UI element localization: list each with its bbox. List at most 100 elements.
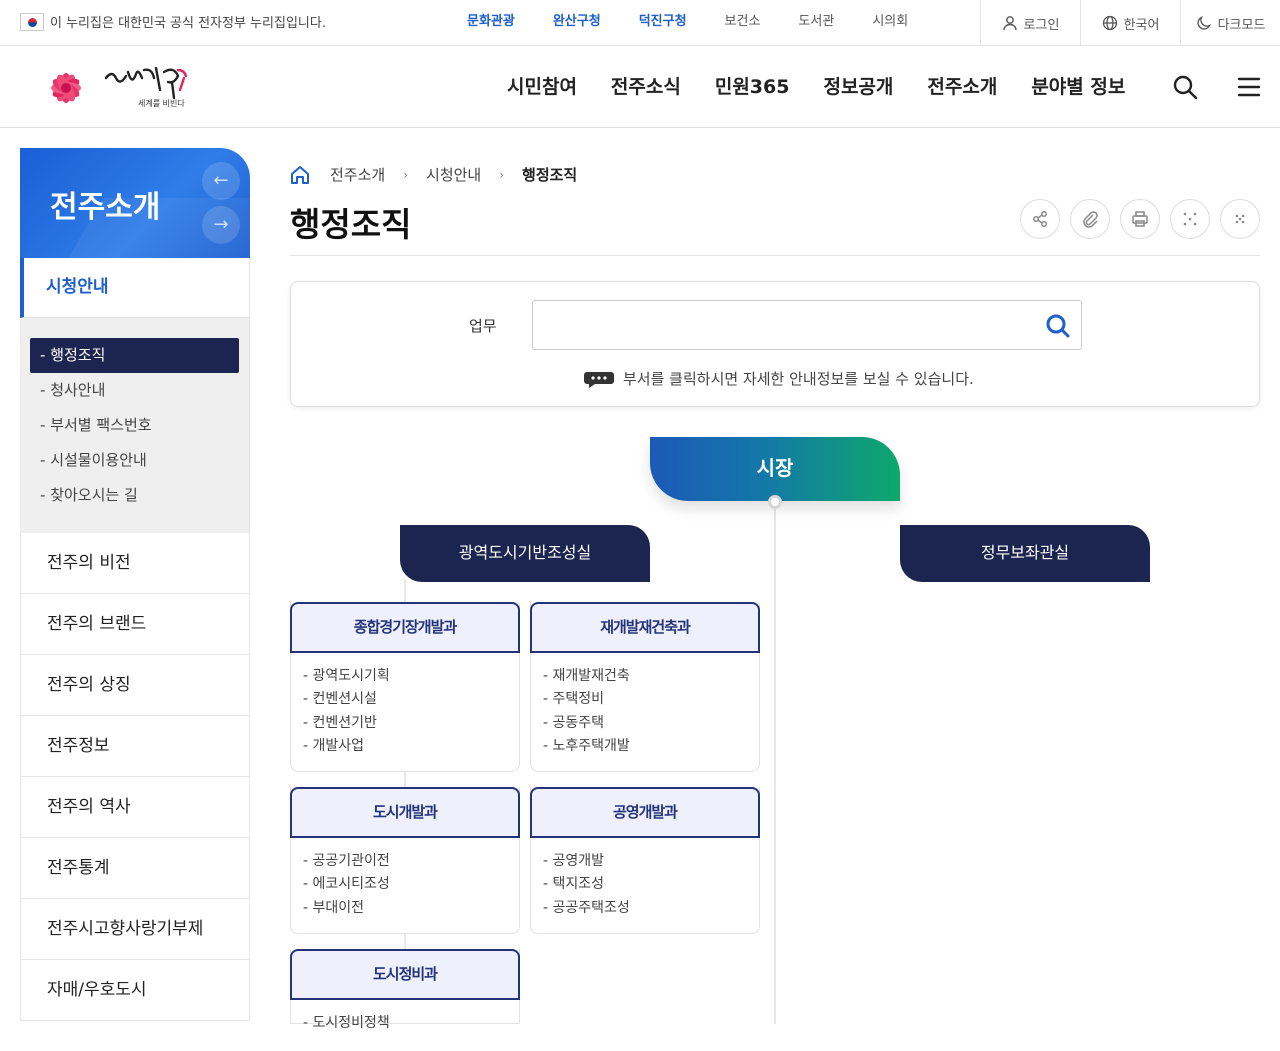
gnb-info-disclosure[interactable]: 정보공개 [806, 46, 910, 128]
search-icon[interactable] [1172, 74, 1198, 100]
search-hint: 부서를 클릭하시면 자세한 안내정보를 보실 수 있습니다. [583, 368, 974, 389]
breadcrumb: 전주소개 › 시청안내 › 행정조직 [290, 164, 577, 185]
sidebar-section-city-hall-guide[interactable]: 시청안내 [20, 258, 250, 318]
title-divider [290, 255, 1260, 256]
expand-dots-icon [1183, 212, 1197, 226]
sidebar-submenu: - 행정조직 - 청사안내 - 부서별 팩스번호 - 시설물이용안내 - 찾아오… [20, 318, 250, 533]
site-link-culture-tour[interactable]: 문화관광 [448, 0, 534, 46]
sidebar-item-info[interactable]: 전주정보 [20, 716, 250, 777]
sidebar-item-vision[interactable]: 전주의 비전 [20, 533, 250, 594]
department-search-box: 업무 부서를 클릭하시면 자세한 안내정보를 보실 수 있습니다. [290, 281, 1260, 407]
util-tools: 로그인 한국어 다크모드 [980, 0, 1280, 46]
org-dept-stadium-dev[interactable]: 종합경기장개발과 [290, 602, 520, 653]
share-button[interactable] [1020, 199, 1060, 239]
submenu-label: 청사안내 [50, 381, 106, 399]
dept-task: - 에코시티조성 [303, 876, 390, 893]
org-connector-dot [768, 495, 782, 509]
org-office-political-aide[interactable]: 정무보좌관실 [900, 525, 1150, 582]
dept-task: - 공공기관이전 [303, 853, 390, 869]
site-link-deokjin-gu[interactable]: 덕진구청 [620, 0, 706, 46]
zoom-in-button[interactable] [1170, 199, 1210, 239]
org-dept-urban-maintenance[interactable]: 도시정비과 [290, 949, 520, 1000]
sidebar-header: 전주소개 ← → [20, 148, 250, 258]
print-button[interactable] [1120, 199, 1160, 239]
arrow-right-icon[interactable]: → [202, 206, 240, 244]
gnb-jeonju-news[interactable]: 전주소식 [594, 46, 698, 128]
login-label: 로그인 [1023, 17, 1060, 33]
dept-task-list: - 광역도시기획 - 컨벤션시설 - 컨벤션기반 - 개발사업 [291, 653, 519, 775]
page-actions [1020, 199, 1260, 239]
arrow-left-icon[interactable]: ← [202, 162, 240, 200]
gnb-civil-365[interactable]: 민원365 [698, 46, 807, 128]
sidebar-item-hometown-donation[interactable]: 전주시고향사랑기부제 [20, 899, 250, 960]
dept-task: - 광역도시기획 [303, 668, 390, 684]
dept-task: - 주택정비 [543, 691, 605, 708]
zoom-out-button[interactable] [1220, 199, 1260, 239]
org-mayor[interactable]: 시장 [650, 437, 900, 501]
dept-task: - 부대이전 [303, 899, 365, 916]
global-nav: 시민참여 전주소식 민원365 정보공개 전주소개 분야별 정보 [490, 46, 1142, 128]
home-icon[interactable] [290, 165, 310, 185]
site-link-library[interactable]: 도서관 [779, 0, 853, 46]
speech-bubble-icon [584, 371, 614, 388]
dept-task: - 공공주택조성 [543, 899, 630, 916]
submenu-item-admin-org[interactable]: - 행정조직 [30, 338, 239, 373]
share-icon [1033, 211, 1047, 227]
darkmode-label: 다크모드 [1217, 17, 1266, 33]
utility-bar: 이 누리집은 대한민국 공식 전자정부 누리집입니다. 문화관광 완산구청 덕진… [0, 0, 1280, 46]
attachment-button[interactable] [1070, 199, 1110, 239]
dept-task-list: - 도시정비정책 [291, 1000, 519, 1051]
dept-task: - 노후주택개발 [543, 738, 630, 755]
org-dept-redevelopment[interactable]: 재개발재건축과 [530, 602, 760, 653]
site-link-city-council[interactable]: 시의회 [853, 0, 927, 46]
org-connector-line [774, 500, 776, 1024]
chevron-right-icon: › [403, 167, 409, 182]
breadcrumb-item[interactable]: 전주소개 [330, 164, 385, 185]
task-search-input[interactable] [532, 300, 1082, 350]
submenu-label: 찾아오시는 길 [50, 486, 138, 504]
language-button[interactable]: 한국어 [1080, 0, 1180, 46]
gnb-citizen-participation[interactable]: 시민참여 [490, 46, 594, 128]
dept-task: - 컨벤션시설 [303, 691, 377, 708]
search-submit-icon[interactable] [1043, 311, 1073, 341]
org-dept-urban-development[interactable]: 도시개발과 [290, 787, 520, 838]
related-sites: 문화관광 완산구청 덕진구청 보건소 도서관 시의회 [448, 0, 927, 46]
sidebar-item-symbols[interactable]: 전주의 상징 [20, 655, 250, 716]
login-button[interactable]: 로그인 [980, 0, 1080, 46]
dept-task-list: - 공공기관이전 - 에코시티조성 - 부대이전 [291, 838, 519, 936]
submenu-item-facility-use[interactable]: - 시설물이용안내 [30, 443, 239, 478]
gnb-info-by-field[interactable]: 분야별 정보 [1014, 46, 1142, 128]
sidebar-item-brand[interactable]: 전주의 브랜드 [20, 594, 250, 655]
search-label: 업무 [469, 317, 497, 335]
site-link-health-center[interactable]: 보건소 [706, 0, 780, 46]
printer-icon [1132, 211, 1148, 227]
sidebar-item-statistics[interactable]: 전주통계 [20, 838, 250, 899]
submenu-item-building-guide[interactable]: - 청사안내 [30, 373, 239, 408]
submenu-label: 행정조직 [50, 346, 106, 364]
paperclip-icon [1083, 211, 1098, 228]
org-office-metro-infra[interactable]: 광역도시기반조성실 [400, 525, 650, 582]
language-label: 한국어 [1123, 17, 1160, 33]
gnb-about-jeonju[interactable]: 전주소개 [910, 46, 1014, 128]
site-link-wansan-gu[interactable]: 완산구청 [534, 0, 620, 46]
dept-task: - 개발사업 [303, 738, 365, 755]
gov-notice-text: 이 누리집은 대한민국 공식 전자정부 누리집입니다. [50, 16, 326, 31]
breadcrumb-item[interactable]: 시청안내 [426, 164, 481, 185]
sidebar-item-sister-cities[interactable]: 자매/우호도시 [20, 960, 250, 1021]
submenu-label: 부서별 팩스번호 [50, 416, 152, 434]
search-hint-text: 부서를 클릭하시면 자세한 안내정보를 보실 수 있습니다. [623, 370, 974, 388]
org-dept-public-development[interactable]: 공영개발과 [530, 787, 760, 838]
dept-task: - 재개발재건축 [543, 668, 630, 684]
site-logo[interactable]: 세계를 비빈다 [32, 58, 202, 114]
sidebar-title: 전주소개 [50, 190, 161, 225]
submenu-item-directions[interactable]: - 찾아오시는 길 [30, 478, 239, 513]
globe-icon [1102, 15, 1117, 31]
dept-task: - 택지조성 [543, 876, 605, 893]
sidebar-item-history[interactable]: 전주의 역사 [20, 777, 250, 838]
submenu-item-fax-numbers[interactable]: - 부서별 팩스번호 [30, 408, 239, 443]
sidebar: 전주소개 ← → 시청안내 - 행정조직 - 청사안내 - 부서별 팩스번호 -… [20, 148, 250, 1021]
breadcrumb-current: 행정조직 [522, 166, 578, 184]
korea-flag-icon [20, 12, 44, 31]
menu-icon[interactable] [1236, 74, 1262, 100]
darkmode-button[interactable]: 다크모드 [1180, 0, 1280, 46]
